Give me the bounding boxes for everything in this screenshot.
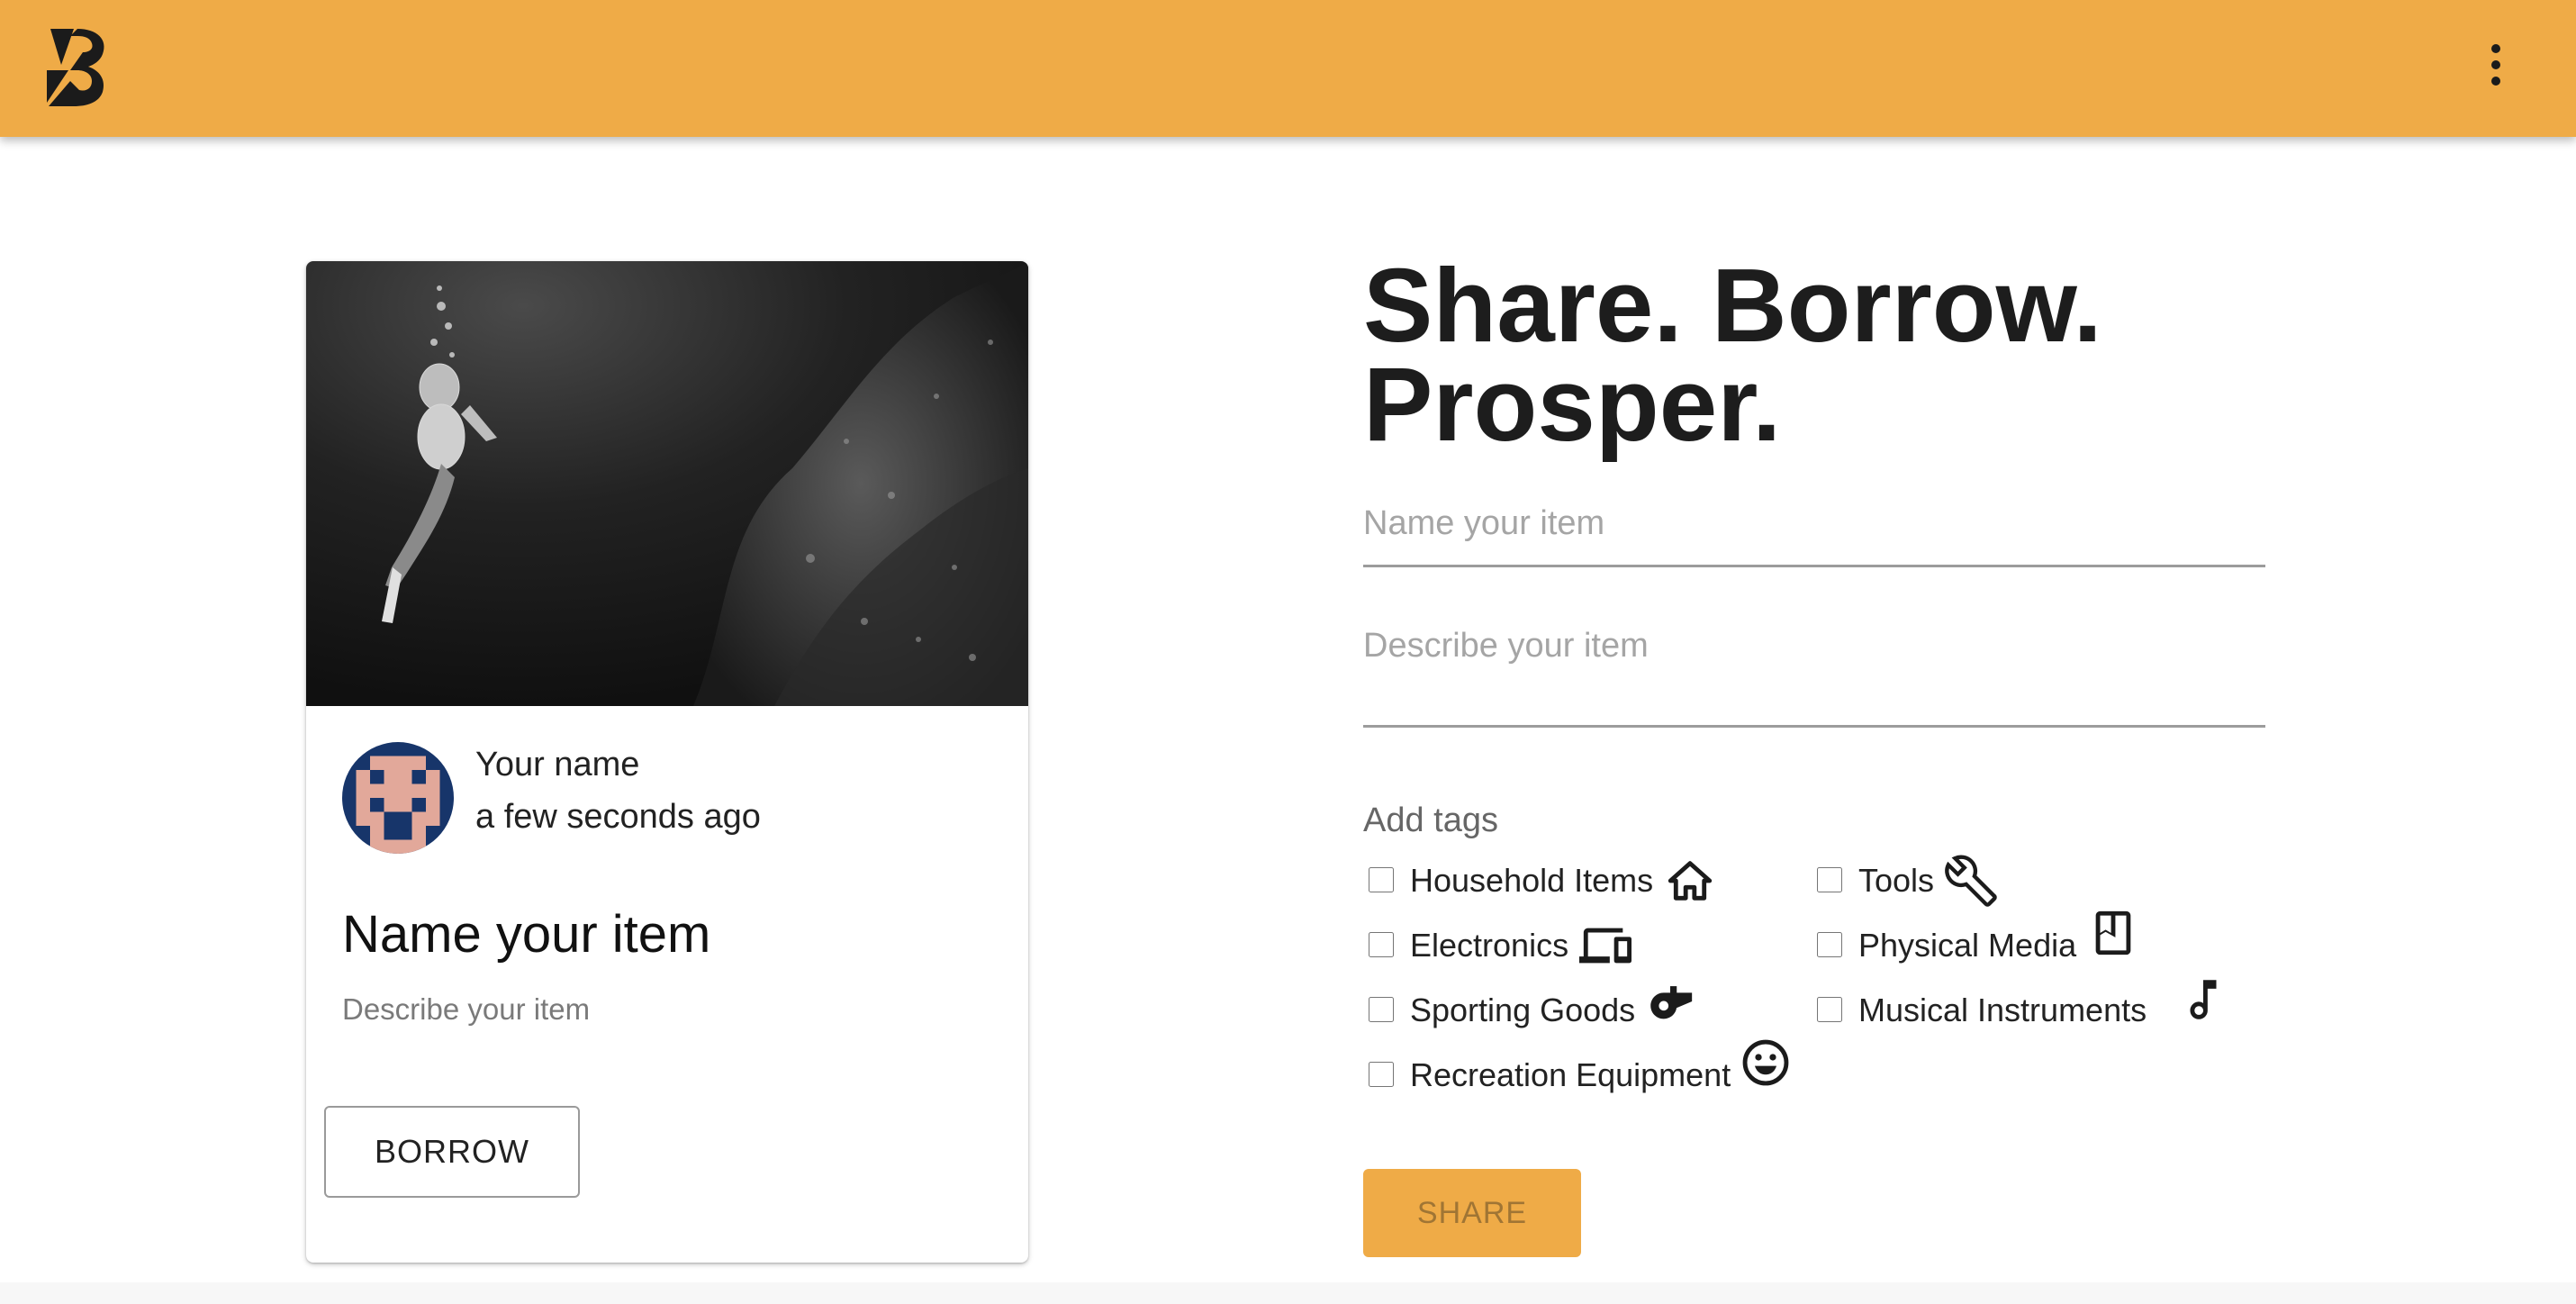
tag-physical-media-checkbox[interactable]: [1817, 932, 1842, 957]
boomtown-logo-icon[interactable]: [43, 25, 112, 108]
tag-label: Tools: [1858, 862, 1935, 899]
share-button[interactable]: SHARE: [1363, 1169, 1581, 1257]
smiley-icon: [1742, 1039, 1789, 1086]
tag-label: Electronics: [1410, 927, 1569, 964]
page-headline: Share. Borrow. Prosper.: [1363, 247, 2264, 463]
headline-line-2: Prosper.: [1363, 346, 1782, 463]
owner-name: Your name: [475, 746, 640, 783]
wrench-icon: [1945, 855, 1997, 907]
item-name-input[interactable]: [1363, 504, 2265, 543]
item-timestamp: a few seconds ago: [475, 798, 761, 836]
devices-icon: [1579, 928, 1631, 964]
tag-musical-instruments-checkbox[interactable]: [1817, 997, 1842, 1022]
tag-label: Household Items: [1410, 862, 1654, 899]
card-item-description: Describe your item: [342, 992, 591, 1026]
card-item-title: Name your item: [342, 905, 711, 964]
tag-sporting-goods-checkbox[interactable]: [1369, 997, 1394, 1022]
page-footer-strip: [0, 1282, 2576, 1304]
item-name-field: [1363, 504, 2265, 567]
tag-household-items-checkbox[interactable]: [1369, 867, 1394, 892]
app-bar: [0, 0, 2576, 137]
tags-label: Add tags: [1363, 801, 1498, 839]
tag-label: Recreation Equipment: [1410, 1056, 1731, 1093]
avatar: [342, 742, 454, 854]
tag-tools-checkbox[interactable]: [1817, 867, 1842, 892]
tag-electronics-checkbox[interactable]: [1369, 932, 1394, 957]
borrow-button[interactable]: BORROW: [324, 1106, 580, 1198]
book-icon: [2095, 910, 2131, 955]
more-vert-icon[interactable]: [2476, 40, 2516, 90]
item-image: [306, 261, 1028, 706]
headline-line-1: Share. Borrow.: [1363, 247, 2102, 364]
whistle-icon: [1650, 986, 1693, 1019]
tag-recreation-equipment-checkbox[interactable]: [1369, 1062, 1394, 1087]
tag-label: Musical Instruments: [1858, 992, 2147, 1028]
tag-label: Physical Media: [1858, 927, 2077, 964]
item-preview-card: Your name a few seconds ago Name your it…: [306, 261, 1028, 1263]
item-description-field: [1363, 627, 2265, 728]
home-icon: [1668, 861, 1713, 901]
tag-label: Sporting Goods: [1410, 992, 1636, 1028]
item-description-input[interactable]: [1363, 627, 2265, 704]
music-note-icon: [2190, 980, 2217, 1019]
